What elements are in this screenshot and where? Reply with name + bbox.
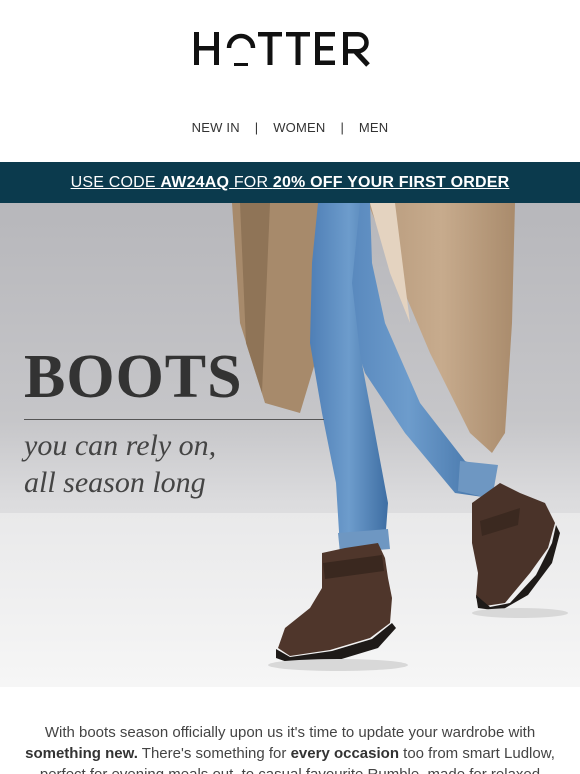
intro-paragraph: With boots season officially upon us it'… bbox=[24, 722, 556, 774]
hero-subtitle-line-2: all season long bbox=[24, 466, 206, 499]
hero-divider bbox=[24, 419, 324, 420]
intro-bold-2: every occasion bbox=[290, 745, 399, 762]
hero-subtitle: you can rely on, all season long bbox=[24, 427, 216, 501]
promo-offer: 20% OFF YOUR FIRST ORDER bbox=[272, 173, 510, 191]
main-nav: NEW IN | WOMEN | MEN bbox=[0, 117, 580, 137]
header bbox=[0, 0, 580, 96]
intro-text-2: There's something for bbox=[137, 745, 291, 762]
intro-bold-1: something new. bbox=[25, 745, 138, 762]
promo-code: AW24AQ bbox=[160, 173, 230, 191]
hotter-logo[interactable] bbox=[192, 22, 388, 70]
nav-item-women[interactable]: WOMEN bbox=[273, 120, 325, 135]
hotter-logo-mark bbox=[194, 31, 370, 67]
hero-title: BOOTS bbox=[24, 343, 243, 411]
nav-item-men[interactable]: MEN bbox=[359, 120, 389, 135]
promo-middle: FOR bbox=[229, 173, 273, 191]
intro-text-1: With boots season officially upon us it'… bbox=[44, 724, 536, 741]
promo-banner[interactable]: USE CODE AW24AQ FOR 20% OFF YOUR FIRST O… bbox=[0, 162, 580, 203]
promo-prefix: USE CODE bbox=[70, 173, 161, 191]
nav-separator: | bbox=[340, 119, 344, 135]
nav-item-new-in[interactable]: NEW IN bbox=[192, 120, 240, 135]
hero-subtitle-line-1: you can rely on, bbox=[24, 429, 217, 462]
nav-separator: | bbox=[254, 119, 259, 135]
hero-banner[interactable]: BOOTS you can rely on, all season long bbox=[0, 203, 580, 687]
